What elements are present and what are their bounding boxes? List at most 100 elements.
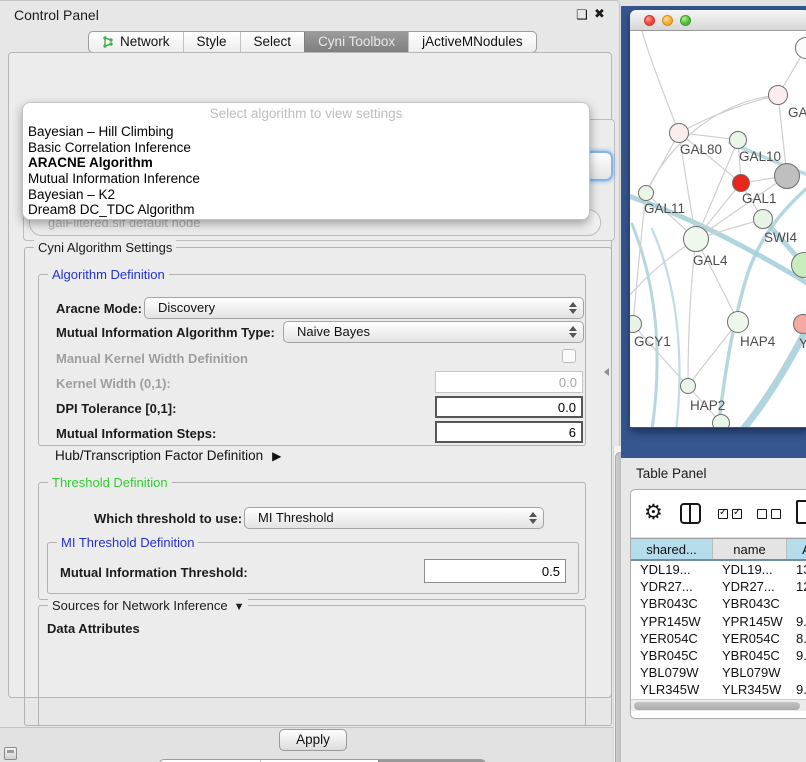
- table-horizontal-scrollbar[interactable]: [631, 699, 806, 711]
- network-canvas[interactable]: GALGAL80GAL10GAL1GAL11SWI4GAL4GCY1HAP4YH…: [630, 31, 806, 427]
- table-row[interactable]: YPR145WYPR145W9.: [631, 613, 806, 630]
- tab-label: Style: [197, 32, 227, 52]
- splitter-collapse-arrow[interactable]: [604, 368, 609, 376]
- cyni-algorithm-settings-group: Cyni Algorithm Settings Algorithm Defini…: [24, 247, 612, 726]
- table-cell: YER054C: [713, 630, 787, 647]
- table-cell: 9.: [787, 613, 806, 630]
- kernel-width-input[interactable]: [435, 371, 583, 393]
- table-cell: YBR043C: [713, 595, 787, 612]
- node-label: HAP4: [740, 334, 775, 349]
- zoom-traffic-light-icon[interactable]: [680, 15, 691, 26]
- docked-panel-icon[interactable]: [4, 747, 17, 760]
- combobox-stepper-icon: [567, 322, 579, 342]
- settings-gear-icon[interactable]: ⚙: [644, 501, 663, 525]
- tab-network[interactable]: Network: [89, 32, 183, 52]
- float-window-button[interactable]: ❑: [576, 7, 588, 23]
- hub-tf-definition-expander[interactable]: Hub/Transcription Factor Definition▶: [55, 448, 281, 463]
- column-header-name[interactable]: name: [713, 539, 787, 559]
- table-row[interactable]: YLR345WYLR345W9.: [631, 681, 806, 698]
- which-threshold-value: MI Threshold: [258, 510, 334, 525]
- algorithm-option[interactable]: Mutual Information Inference: [23, 171, 589, 187]
- hub-tf-definition-label: Hub/Transcription Factor Definition: [55, 448, 263, 463]
- node-label: GAL11: [644, 201, 685, 216]
- node-label: GAL: [788, 105, 806, 120]
- scrollbar-thumb[interactable]: [634, 702, 800, 710]
- tab-jactivemnodules[interactable]: jActiveMNodules: [408, 32, 536, 52]
- column-header-shared[interactable]: shared...: [631, 539, 713, 559]
- table-header-row: shared...nameA: [631, 538, 806, 561]
- manual-kernel-width-checkbox[interactable]: [562, 349, 576, 363]
- algorithm-option[interactable]: ARACNE Algorithm: [23, 155, 589, 171]
- dpi-tolerance-label: DPI Tolerance [0,1]:: [56, 401, 176, 416]
- node-hap4[interactable]: [727, 311, 749, 333]
- mi-steps-label: Mutual Information Steps:: [56, 426, 216, 441]
- column-split-icon[interactable]: [680, 503, 701, 524]
- table-row[interactable]: YBR045CYBR045C9.: [631, 647, 806, 664]
- table-row[interactable]: YBL079WYBL079W: [631, 664, 806, 681]
- table-cell: YPR145W: [713, 613, 787, 630]
- table-cell: YLR345W: [713, 681, 787, 698]
- apply-button[interactable]: Apply: [279, 729, 347, 751]
- node-label: GAL10: [739, 149, 781, 164]
- node-gal[interactable]: [768, 85, 788, 105]
- tab-cyni-toolbox[interactable]: Cyni Toolbox: [304, 32, 408, 52]
- tab-label: Select: [254, 32, 292, 52]
- table-cell: 9.: [787, 647, 806, 664]
- node-label: HAP2: [690, 398, 725, 413]
- table-row[interactable]: YER054CYER054C8.: [631, 630, 806, 647]
- table-row[interactable]: YBR043CYBR043C: [631, 595, 806, 612]
- dpi-tolerance-input[interactable]: [435, 396, 583, 418]
- new-table-file-icon[interactable]: [796, 500, 806, 524]
- control-panel-title: Control Panel: [14, 7, 99, 23]
- node-gal1[interactable]: [732, 174, 750, 192]
- node-hap2[interactable]: [680, 378, 696, 394]
- which-threshold-combobox[interactable]: MI Threshold: [244, 507, 544, 529]
- mi-type-combobox[interactable]: Naive Bayes: [283, 321, 584, 343]
- which-threshold-label: Which threshold to use:: [94, 511, 242, 526]
- tab-label: Network: [120, 32, 170, 52]
- mi-threshold-input[interactable]: [424, 559, 566, 583]
- data-attributes-label: Data Attributes: [47, 621, 140, 636]
- mi-steps-input[interactable]: [435, 421, 583, 443]
- algorithm-dropdown-prompt: Select algorithm to view settings: [23, 103, 589, 124]
- sources-title-text: Sources for Network Inference: [52, 598, 228, 613]
- algorithm-option[interactable]: Basic Correlation Inference: [23, 140, 589, 156]
- table-cell: YDL19...: [631, 561, 713, 578]
- sources-group-title[interactable]: Sources for Network Inference▼: [48, 598, 248, 613]
- table-cell: [787, 595, 806, 612]
- table-cell: YBL079W: [631, 664, 713, 681]
- column-header-a[interactable]: A: [787, 539, 806, 559]
- table-row[interactable]: YDR27...YDR27...12: [631, 578, 806, 595]
- node-gal4[interactable]: [683, 226, 709, 252]
- algorithm-option[interactable]: Bayesian – K2: [23, 187, 589, 203]
- threshold-definition-group: Threshold Definition Which threshold to …: [38, 482, 586, 600]
- combobox-stepper-icon: [567, 298, 579, 318]
- tab-select[interactable]: Select: [240, 32, 305, 52]
- node-swi4[interactable]: [753, 209, 773, 229]
- select-none-icon[interactable]: [757, 509, 781, 519]
- tab-style[interactable]: Style: [183, 32, 240, 52]
- close-window-button[interactable]: ✖: [594, 6, 605, 22]
- node[interactable]: [712, 414, 730, 427]
- aracne-mode-combobox[interactable]: Discovery: [144, 297, 584, 319]
- select-all-icon[interactable]: [718, 509, 742, 519]
- table-row[interactable]: YDL19...YDL19...13: [631, 561, 806, 578]
- algorithm-option[interactable]: Bayesian – Hill Climbing: [23, 124, 589, 140]
- mi-threshold-label: Mutual Information Threshold:: [60, 565, 248, 580]
- algorithm-option[interactable]: Dream8 DC_TDC Algorithm: [23, 202, 589, 218]
- minimize-traffic-light-icon[interactable]: [662, 15, 673, 26]
- table-cell: YDR27...: [713, 578, 787, 595]
- node-y[interactable]: [793, 314, 806, 334]
- table-cell: YBR045C: [713, 647, 787, 664]
- table-cell: YBR045C: [631, 647, 713, 664]
- tab-label: jActiveMNodules: [422, 32, 523, 52]
- node-gal80[interactable]: [669, 123, 689, 143]
- node-gal10[interactable]: [729, 131, 747, 149]
- node[interactable]: [774, 163, 800, 189]
- node-label: GAL1: [742, 191, 777, 206]
- table-cell: [787, 664, 806, 681]
- node-gal11[interactable]: [638, 185, 654, 201]
- network-view-window: GALGAL80GAL10GAL1GAL11SWI4GAL4GCY1HAP4YH…: [630, 10, 806, 428]
- close-traffic-light-icon[interactable]: [644, 15, 655, 26]
- network-window-titlebar[interactable]: [630, 10, 806, 31]
